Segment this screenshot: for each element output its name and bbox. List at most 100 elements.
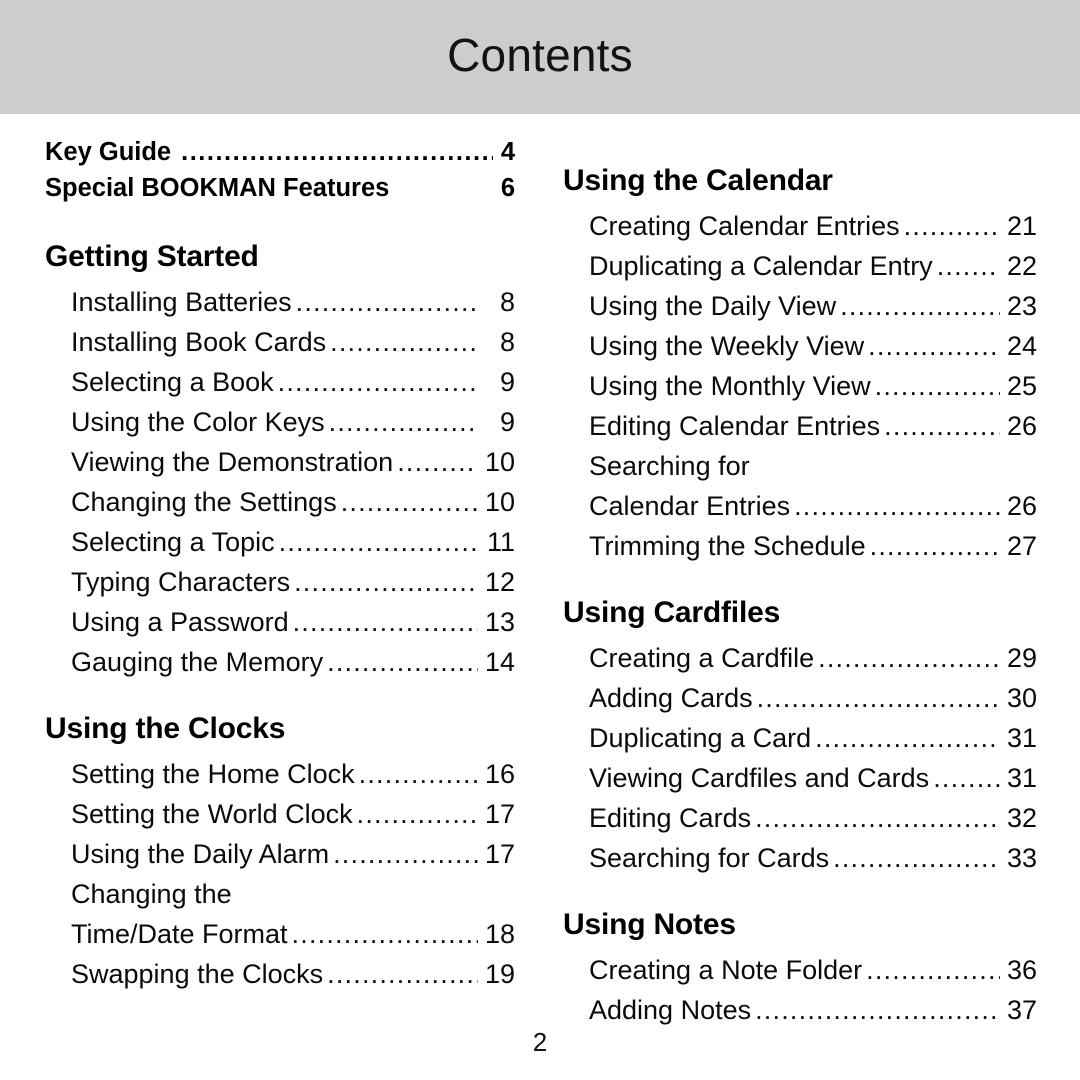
toc-page-number: 26 [1006, 411, 1037, 441]
dot-leader: ........................................… [869, 531, 1000, 561]
toc-entry-label: Viewing Cardfiles and Cards [589, 763, 930, 793]
toc-page-number: 27 [1006, 531, 1037, 561]
toc-entry[interactable]: Using the Color Keys....................… [71, 402, 515, 442]
toc-entry[interactable]: Editing Cards...........................… [589, 798, 1037, 838]
toc-entry[interactable]: Changing the Settings...................… [71, 482, 515, 522]
toc-entry-label: Changing the [71, 879, 232, 909]
toc-page-number: 8 [499, 287, 515, 317]
toc-entry[interactable]: Adding Cards............................… [589, 678, 1037, 718]
toc-entry[interactable]: Using the Monthly View..................… [589, 366, 1037, 406]
toc-front-matter-block: Key Guide...............................… [45, 134, 515, 206]
toc-page-number: 18 [484, 919, 515, 949]
toc-entry[interactable]: Swapping the Clocks.....................… [71, 954, 515, 994]
toc-section-heading[interactable]: Using the Clocks [45, 712, 515, 745]
toc-entry[interactable]: Using a Password........................… [71, 602, 515, 642]
toc-entry[interactable]: Creating a Note Folder..................… [589, 950, 1037, 990]
toc-entry-line: Selecting a Topic.......................… [71, 522, 515, 562]
dot-leader: ........................................… [903, 211, 1000, 241]
toc-front-matter-entry[interactable]: Key Guide...............................… [45, 134, 515, 170]
toc-page-number: 9 [499, 367, 515, 397]
toc-entry-line: Setting the World Clock.................… [71, 794, 515, 834]
toc-entry[interactable]: Searching for...........................… [589, 446, 1037, 526]
footer-page-number: 2 [532, 1027, 548, 1057]
toc-entry-label: Installing Batteries [71, 287, 292, 317]
toc-entry-label: Setting the World Clock [71, 799, 353, 829]
toc-entry-line: Trimming the Schedule...................… [589, 526, 1037, 566]
toc-entry[interactable]: Selecting a Topic.......................… [71, 522, 515, 562]
toc-entry-label: Searching for Cards [589, 843, 830, 873]
toc-page-number: 23 [1006, 291, 1037, 321]
toc-entry-line: Using the Weekly View...................… [589, 326, 1037, 366]
toc-entry[interactable]: Adding Notes............................… [589, 990, 1037, 1030]
toc-page-number: 24 [1006, 331, 1037, 361]
toc-entry[interactable]: Using the Daily Alarm...................… [71, 834, 515, 874]
dot-leader: ........................................… [933, 763, 1000, 793]
toc-entry[interactable]: Using the Daily View....................… [589, 286, 1037, 326]
toc-entry[interactable]: Installing Batteries....................… [71, 282, 515, 322]
dot-leader: ........................................… [358, 759, 478, 789]
toc-entry[interactable]: Typing Characters.......................… [71, 562, 515, 602]
toc-entry[interactable]: Searching for Cards.....................… [589, 838, 1037, 878]
toc-entry-label: Using the Monthly View [589, 371, 871, 401]
toc-entry-label: Special BOOKMAN Features [45, 174, 390, 202]
toc-entry-line: Searching for...........................… [589, 446, 1037, 486]
toc-entry[interactable]: Changing the............................… [71, 874, 515, 954]
toc-page-number: 10 [484, 447, 515, 477]
toc-entry[interactable]: Installing Book Cards...................… [71, 322, 515, 362]
table-of-contents: Key Guide...............................… [0, 114, 1080, 1030]
toc-entry-label: Typing Characters [71, 567, 291, 597]
toc-page-number: 30 [1006, 683, 1037, 713]
toc-entry-label: Duplicating a Calendar Entry [589, 251, 933, 281]
toc-entry-line: Using the Daily View....................… [589, 286, 1037, 326]
toc-section-heading[interactable]: Getting Started [45, 240, 515, 273]
dot-leader: ........................................… [294, 567, 478, 597]
toc-entry-label: Using the Weekly View [589, 331, 865, 361]
toc-entry[interactable]: Setting the World Clock.................… [71, 794, 515, 834]
toc-entry-line: Installing Book Cards...................… [71, 322, 515, 362]
toc-entry[interactable]: Creating Calendar Entries...............… [589, 206, 1037, 246]
toc-entry-list: Creating a Cardfile.....................… [563, 638, 1037, 878]
toc-entry-label: Key Guide [45, 138, 172, 166]
toc-entry-label: Editing Cards [589, 803, 752, 833]
toc-entry[interactable]: Viewing the Demonstration...............… [71, 442, 515, 482]
toc-section-heading[interactable]: Using the Calendar [563, 164, 1037, 197]
toc-entry[interactable]: Gauging the Memory......................… [71, 642, 515, 682]
toc-entry-line: Using the Monthly View..................… [589, 366, 1037, 406]
toc-section-heading[interactable]: Using Notes [563, 908, 1037, 941]
toc-entry[interactable]: Setting the Home Clock..................… [71, 754, 515, 794]
toc-entry[interactable]: Selecting a Book........................… [71, 362, 515, 402]
toc-page-number: 4 [500, 138, 515, 166]
toc-entry[interactable]: Duplicating a Calendar Entry............… [589, 246, 1037, 286]
toc-entry-line: Adding Notes............................… [589, 990, 1037, 1030]
dot-leader: ........................................… [291, 919, 478, 949]
toc-entry-line: Using a Password........................… [71, 602, 515, 642]
toc-page-number: 13 [484, 607, 515, 637]
toc-front-matter-entry[interactable]: Special BOOKMAN Features 6 [45, 170, 515, 206]
toc-page-number: 32 [1006, 803, 1037, 833]
toc-entry-line: Editing Cards...........................… [589, 798, 1037, 838]
toc-section-heading[interactable]: Using Cardfiles [563, 596, 1037, 629]
toc-entry[interactable]: Duplicating a Card......................… [589, 718, 1037, 758]
toc-entry[interactable]: Using the Weekly View...................… [589, 326, 1037, 366]
toc-page-number: 8 [499, 327, 515, 357]
toc-entry-line: Installing Batteries....................… [71, 282, 515, 322]
toc-entry-label: Using a Password [71, 607, 289, 637]
toc-entry[interactable]: Creating a Cardfile.....................… [589, 638, 1037, 678]
dot-leader: ........................................… [833, 843, 1000, 873]
toc-page-number: 14 [484, 647, 515, 677]
toc-entry-list: Creating a Note Folder..................… [563, 950, 1037, 1030]
toc-entry-label: Adding Notes [589, 995, 752, 1025]
toc-entry-line: Setting the Home Clock..................… [71, 754, 515, 794]
toc-page-number: 25 [1006, 371, 1037, 401]
dot-leader: ........................................… [356, 799, 478, 829]
toc-entry[interactable]: Viewing Cardfiles and Cards.............… [589, 758, 1037, 798]
toc-page-number: 22 [1006, 251, 1037, 281]
toc-entry[interactable]: Editing Calendar Entries................… [589, 406, 1037, 446]
toc-entry[interactable]: Trimming the Schedule...................… [589, 526, 1037, 566]
toc-page-number: 17 [484, 839, 515, 869]
dot-leader: ........................................… [936, 251, 1000, 281]
dot-leader: ........................................… [818, 643, 1000, 673]
dot-leader: ........................................… [815, 723, 1000, 753]
dot-leader: ........................................… [794, 491, 1000, 521]
toc-page-number: 19 [484, 959, 515, 989]
